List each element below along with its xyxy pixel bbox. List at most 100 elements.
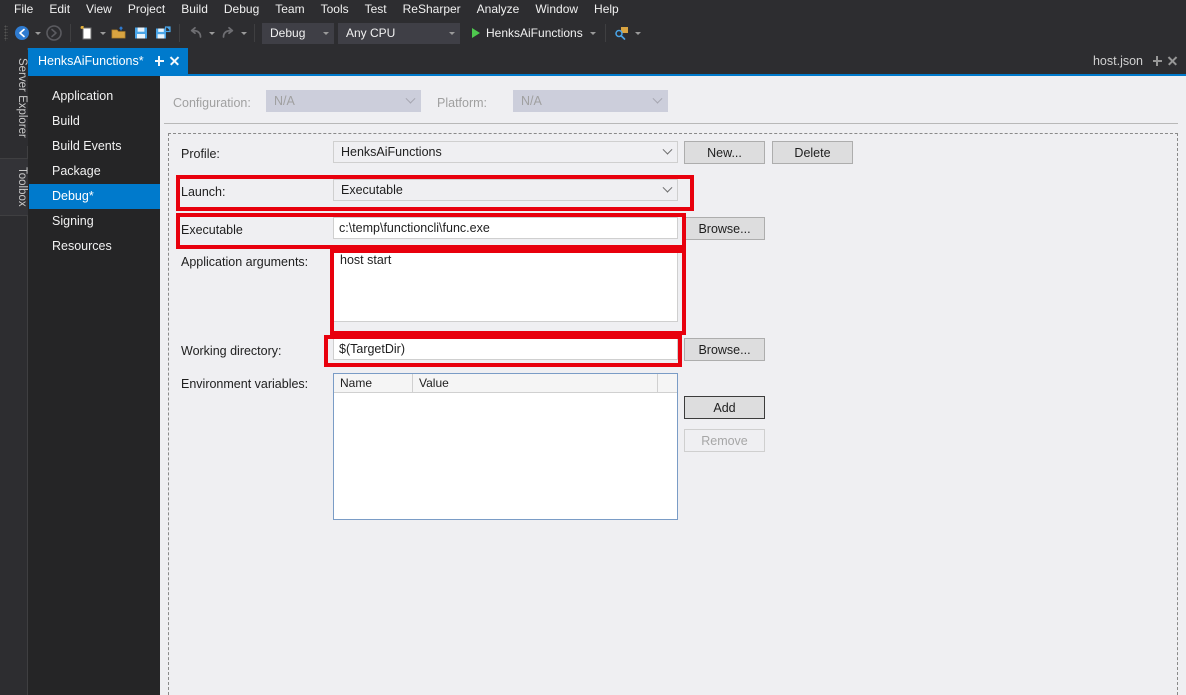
chevron-down-icon [661, 149, 674, 156]
remove-environment-variable-button: Remove [684, 429, 765, 452]
category-item-application[interactable]: Application [29, 84, 160, 109]
open-file-icon[interactable] [108, 22, 130, 44]
menu-bar: File Edit View Project Build Debug Team … [0, 0, 1186, 18]
start-target-label: HenksAiFunctions [486, 26, 583, 40]
menu-item-resharper[interactable]: ReSharper [395, 0, 469, 18]
toolbar-separator-2 [179, 24, 180, 42]
category-label: Build Events [52, 139, 122, 153]
configuration-platform-row: Configuration: N/A Platform: N/A [173, 90, 1173, 116]
navigate-back-icon[interactable] [11, 22, 33, 44]
left-dock-strip: Server Explorer Toolbox [0, 48, 28, 695]
close-icon[interactable] [1165, 53, 1180, 69]
chevron-down-icon [404, 98, 417, 105]
column-header-value[interactable]: Value [413, 374, 658, 392]
profile-combo[interactable]: HenksAiFunctions [333, 141, 678, 163]
save-all-icon[interactable] [152, 22, 174, 44]
tab-henksaifunctions-properties[interactable]: HenksAiFunctions* [28, 48, 188, 74]
navigate-forward-icon[interactable] [43, 22, 65, 44]
category-label: Signing [52, 214, 94, 228]
undo-icon[interactable] [185, 22, 207, 44]
attach-to-process-icon[interactable] [611, 22, 633, 44]
profile-label: Profile: [181, 147, 220, 161]
menu-item-edit[interactable]: Edit [41, 0, 78, 18]
menu-item-view[interactable]: View [78, 0, 120, 18]
tab-label: host.json [1092, 54, 1143, 68]
category-item-package[interactable]: Package [29, 159, 160, 184]
environment-variables-grid[interactable]: Name Value [333, 373, 678, 520]
solution-platform-combo[interactable]: Any CPU [338, 22, 460, 44]
properties-category-list: Application Build Build Events Package D… [29, 76, 171, 695]
column-header-spacer [658, 374, 674, 392]
undo-dropdown-icon[interactable] [207, 22, 217, 44]
menu-item-test[interactable]: Test [357, 0, 395, 18]
category-label: Build [52, 114, 80, 128]
toolbar-grip[interactable] [4, 25, 8, 41]
chevron-down-icon [449, 31, 455, 35]
menu-item-build[interactable]: Build [173, 0, 216, 18]
category-label: Package [52, 164, 101, 178]
solution-configuration-combo[interactable]: Debug [262, 22, 334, 44]
dock-tab-server-explorer[interactable]: Server Explorer [0, 50, 28, 146]
pin-icon[interactable] [152, 53, 167, 69]
tab-label: HenksAiFunctions* [38, 54, 144, 68]
environment-variables-header-row: Name Value [334, 374, 677, 393]
annotation-box-launch-row [176, 175, 694, 211]
solution-platform-value: Any CPU [346, 26, 396, 40]
toolbar-separator [70, 24, 71, 42]
new-item-dropdown-icon[interactable] [98, 22, 108, 44]
toolbar-overflow-icon[interactable] [633, 22, 643, 44]
menu-item-window[interactable]: Window [527, 0, 586, 18]
toolbar-separator-3 [254, 24, 255, 42]
working-directory-label: Working directory: [181, 344, 282, 358]
annotation-box-working-directory-row [324, 335, 682, 367]
platform-label: Platform: [437, 96, 488, 110]
chevron-down-icon[interactable] [589, 31, 596, 35]
column-header-name[interactable]: Name [334, 374, 413, 392]
menu-item-team[interactable]: Team [267, 0, 312, 18]
redo-dropdown-icon[interactable] [239, 22, 249, 44]
category-label: Debug* [52, 189, 94, 203]
category-label: Resources [52, 239, 112, 253]
menu-item-project[interactable]: Project [120, 0, 173, 18]
delete-profile-button[interactable]: Delete [772, 141, 853, 164]
close-icon[interactable] [167, 53, 182, 69]
profile-value: HenksAiFunctions [341, 145, 442, 159]
new-profile-button[interactable]: New... [684, 141, 765, 164]
category-label: Application [52, 89, 114, 103]
category-item-build-events[interactable]: Build Events [29, 134, 160, 159]
annotation-box-executable-row [176, 213, 686, 249]
category-item-resources[interactable]: Resources [29, 234, 160, 259]
dock-tab-toolbox[interactable]: Toolbox [0, 158, 28, 216]
add-environment-variable-button[interactable]: Add [684, 396, 765, 419]
working-directory-browse-button[interactable]: Browse... [684, 338, 765, 361]
environment-variables-label: Environment variables: [181, 377, 309, 391]
pin-icon[interactable] [1150, 53, 1165, 69]
category-item-debug[interactable]: Debug* [29, 184, 171, 209]
category-item-signing[interactable]: Signing [29, 209, 160, 234]
configuration-value: N/A [274, 94, 295, 108]
debug-properties-page: Configuration: N/A Platform: N/A Profile… [160, 76, 1186, 695]
toolbar-separator-4 [604, 24, 606, 42]
new-item-icon[interactable] [76, 22, 98, 44]
annotation-box-application-arguments-row [330, 249, 686, 335]
executable-browse-button[interactable]: Browse... [684, 217, 765, 240]
menu-item-help[interactable]: Help [586, 0, 627, 18]
navigate-back-dropdown-icon[interactable] [33, 22, 43, 44]
configuration-label: Configuration: [173, 96, 251, 110]
platform-combo: N/A [513, 90, 668, 112]
horizontal-separator [164, 123, 1178, 124]
menu-item-file[interactable]: File [6, 0, 41, 18]
chevron-down-icon [651, 98, 664, 105]
save-icon[interactable] [130, 22, 152, 44]
menu-item-tools[interactable]: Tools [313, 0, 357, 18]
tab-host-json[interactable]: host.json [1087, 48, 1186, 74]
solution-configuration-value: Debug [270, 26, 306, 40]
application-arguments-label: Application arguments: [181, 255, 309, 269]
menu-item-debug[interactable]: Debug [216, 0, 267, 18]
menu-item-analyze[interactable]: Analyze [469, 0, 528, 18]
play-icon [472, 28, 480, 38]
category-item-build[interactable]: Build [29, 109, 160, 134]
start-debugging-button[interactable]: HenksAiFunctions [468, 22, 600, 44]
configuration-combo: N/A [266, 90, 421, 112]
redo-icon[interactable] [217, 22, 239, 44]
